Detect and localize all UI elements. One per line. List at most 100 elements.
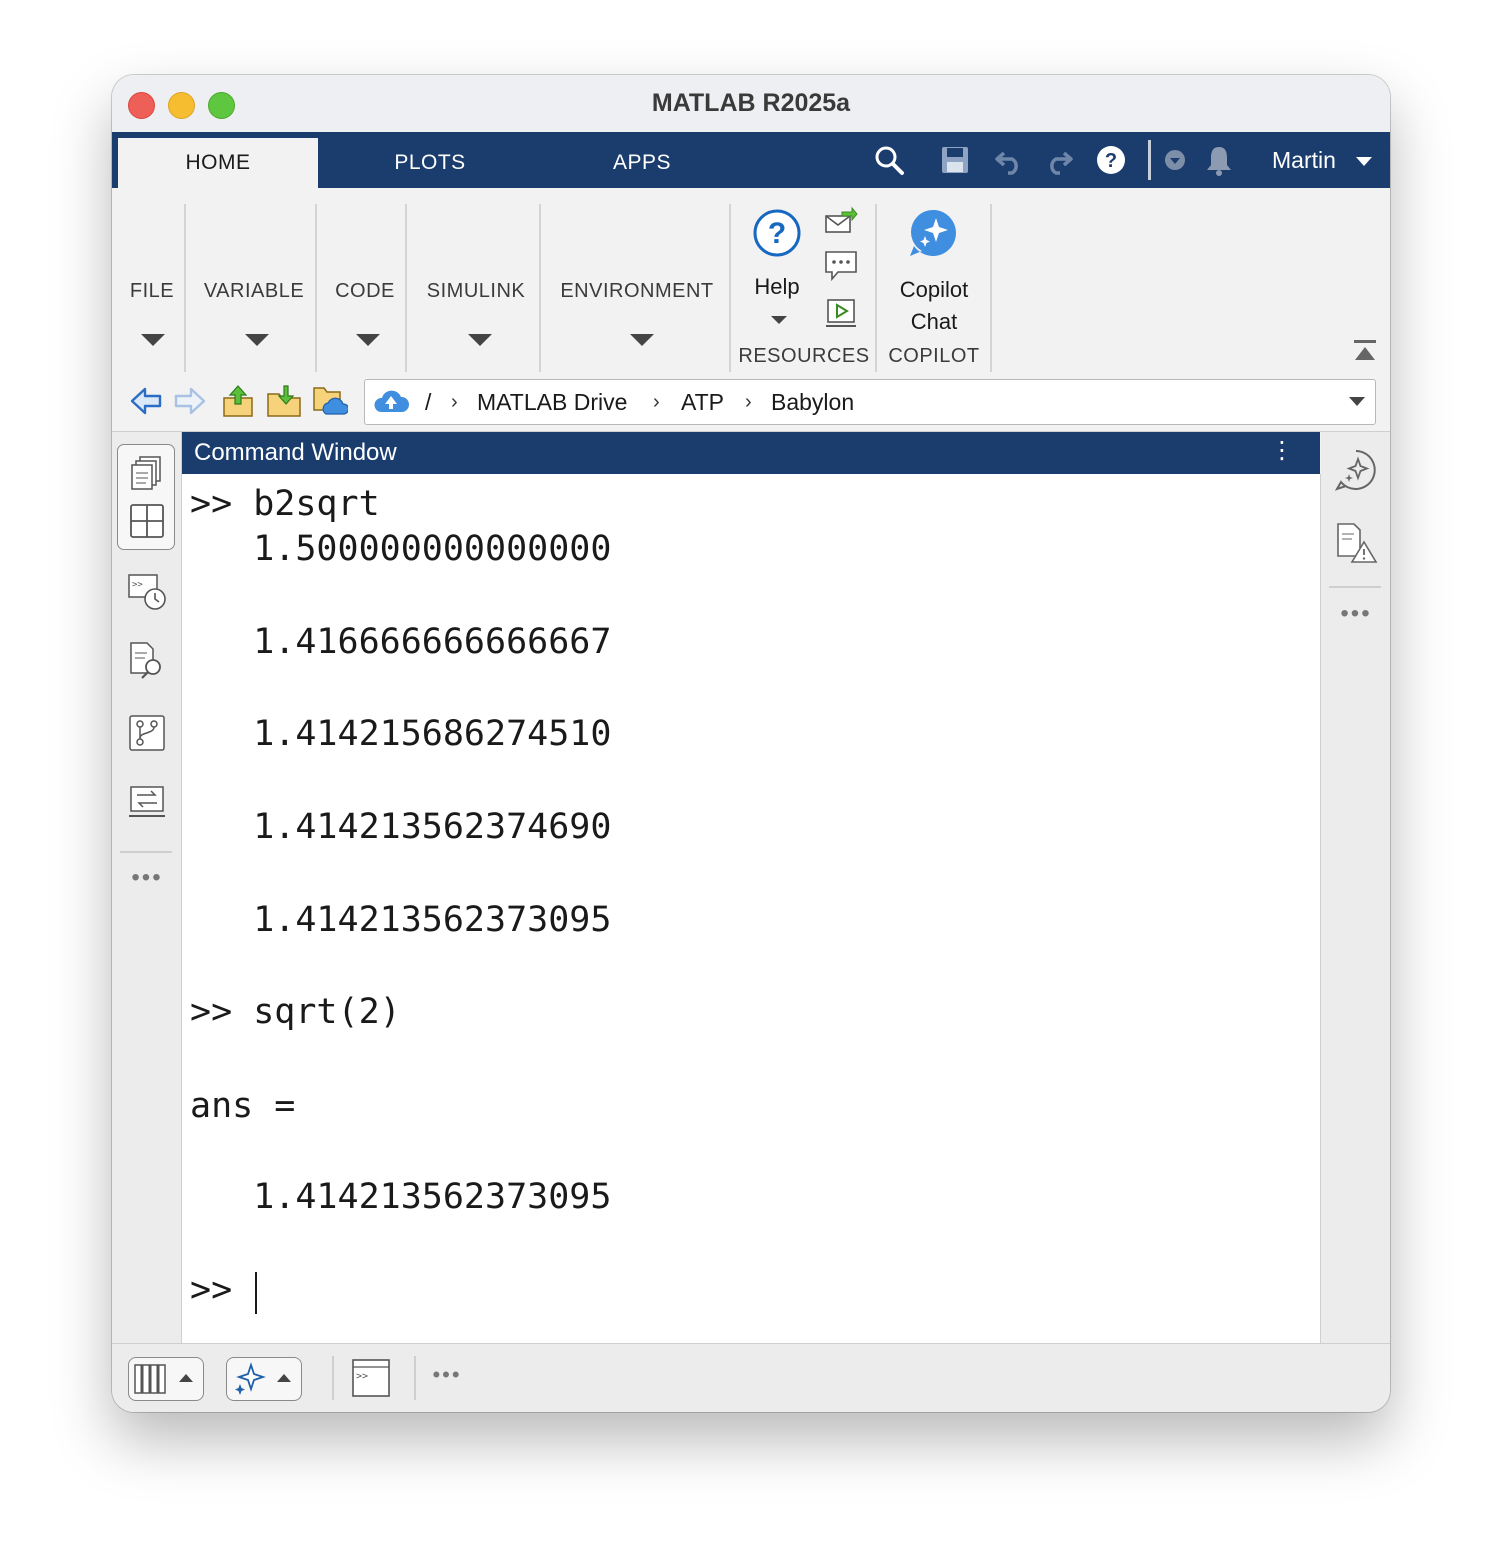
bell-icon <box>1207 147 1231 176</box>
output-line: 1.414213562373095 <box>190 1177 612 1217</box>
up-folder-button[interactable] <box>218 381 258 421</box>
copilot-chat-label[interactable]: Copilot Chat <box>884 274 984 338</box>
ribbon-divider <box>875 204 877 372</box>
files-icon <box>131 456 161 490</box>
matlab-drive-folder-button[interactable] <box>310 381 350 421</box>
find-files-button[interactable] <box>126 640 168 682</box>
command-window-toggle-button[interactable]: >> <box>352 1358 390 1398</box>
user-name: Martin <box>1272 147 1336 173</box>
copilot-panel-button[interactable] <box>1334 448 1378 492</box>
ribbon-divider <box>729 204 731 372</box>
undo-button[interactable] <box>988 132 1030 188</box>
copilot-group-label: COPILOT <box>888 345 980 367</box>
back-button[interactable] <box>126 381 166 421</box>
command-history-icon: >> <box>128 574 166 610</box>
source-control-button[interactable] <box>126 712 168 754</box>
ribbon-divider <box>315 204 317 372</box>
help-label[interactable]: Help <box>742 274 812 300</box>
breadcrumb-matlab-drive[interactable]: MATLAB Drive <box>477 380 627 424</box>
file-search-icon <box>130 642 161 679</box>
notifications-button[interactable] <box>1198 132 1240 188</box>
help-quick-button[interactable]: ? <box>1090 132 1132 188</box>
undo-icon <box>995 151 1018 175</box>
caret-up-icon <box>179 1374 193 1382</box>
ribbon-environment[interactable]: ENVIRONMENT <box>544 280 730 303</box>
matlab-window: MATLAB R2025a HOME PLOTS APPS ? Martin F… <box>112 75 1390 1412</box>
copilot-chat-button[interactable] <box>908 208 958 258</box>
strip-divider <box>120 851 172 853</box>
breadcrumb-separator-icon: › <box>653 391 660 413</box>
tab-plots[interactable]: PLOTS <box>330 138 530 188</box>
variable-caret-icon[interactable] <box>245 334 269 346</box>
address-toolbar: / › MATLAB Drive › ATP › Babylon <box>112 373 1390 432</box>
command-window[interactable]: >> b2sqrt 1.500000000000000 1.4166666666… <box>182 474 1321 1343</box>
files-panel-button[interactable] <box>126 452 168 494</box>
current-folder-address[interactable]: / › MATLAB Drive › ATP › Babylon <box>364 379 1376 425</box>
request-support-button[interactable] <box>824 206 858 236</box>
address-dropdown-icon[interactable] <box>1349 397 1365 406</box>
resources-group-label: RESOURCES <box>738 345 870 367</box>
svg-text:>>: >> <box>356 1371 368 1382</box>
command-window-menu-icon[interactable]: ⋮ <box>1270 432 1294 470</box>
ribbon-divider <box>990 204 992 372</box>
output-line: 1.414213562374690 <box>190 807 612 847</box>
chevron-down-icon <box>1165 150 1185 170</box>
breadcrumb-root[interactable]: / <box>425 380 431 424</box>
ribbon-variable[interactable]: VARIABLE <box>190 280 318 303</box>
prompt-line[interactable]: >> <box>190 1270 253 1310</box>
copilot-status-button[interactable] <box>226 1357 302 1401</box>
caret-up-icon <box>277 1374 291 1382</box>
redo-icon <box>1050 151 1073 175</box>
simulink-caret-icon[interactable] <box>468 334 492 346</box>
workspace-panel-button[interactable] <box>126 500 168 542</box>
window-title: MATLAB R2025a <box>651 89 851 117</box>
command-history-button[interactable]: >> <box>126 570 168 612</box>
help-caret-icon[interactable] <box>771 316 787 324</box>
ribbon-code[interactable]: CODE <box>320 280 410 303</box>
collapse-ribbon-button[interactable] <box>1352 338 1378 362</box>
file-caret-icon[interactable] <box>141 334 165 346</box>
community-button[interactable] <box>824 250 858 282</box>
ribbon: FILE VARIABLE CODE SIMULINK ENVIRONMENT … <box>112 188 1390 373</box>
command-line: >> b2sqrt <box>190 484 380 524</box>
right-tool-strip: ••• <box>1321 432 1390 1343</box>
more-tools-icon[interactable]: ••• <box>126 864 168 894</box>
compare-button[interactable] <box>126 782 168 824</box>
search-button[interactable] <box>868 132 910 188</box>
ribbon-file[interactable]: FILE <box>122 280 182 303</box>
ribbon-simulink[interactable]: SIMULINK <box>410 280 542 303</box>
matlab-drive-cloud-icon <box>373 386 410 422</box>
title-bar: MATLAB R2025a <box>112 75 1390 132</box>
code-analyzer-icon <box>1337 523 1378 563</box>
source-control-icon <box>129 715 165 751</box>
tab-apps[interactable]: APPS <box>542 138 742 188</box>
save-button[interactable] <box>934 132 976 188</box>
toolbar-divider <box>1148 140 1151 180</box>
help-button[interactable]: ? <box>752 208 802 258</box>
quick-access-dropdown[interactable] <box>1158 132 1192 188</box>
save-icon <box>942 147 968 173</box>
breadcrumb-babylon[interactable]: Babylon <box>771 380 854 424</box>
environment-caret-icon[interactable] <box>630 334 654 346</box>
layout-button[interactable] <box>128 1357 204 1401</box>
forward-button[interactable] <box>170 381 210 421</box>
more-tools-icon[interactable]: ••• <box>1335 600 1377 630</box>
code-analyzer-button[interactable] <box>1334 522 1378 566</box>
tab-home[interactable]: HOME <box>118 138 318 188</box>
output-line: ans = <box>190 1086 296 1126</box>
more-status-icon[interactable]: ••• <box>426 1362 468 1392</box>
copilot-outline-icon <box>1334 450 1376 491</box>
columns-icon <box>134 1364 166 1394</box>
svg-text:?: ? <box>768 217 786 250</box>
browse-folder-button[interactable] <box>264 381 304 421</box>
breadcrumb-atp[interactable]: ATP <box>681 380 724 424</box>
play-screen-icon <box>826 299 856 327</box>
breadcrumb-separator-icon: › <box>745 391 752 413</box>
user-menu[interactable]: Martin <box>1272 132 1373 188</box>
learn-matlab-button[interactable] <box>824 298 858 330</box>
status-divider <box>332 1356 334 1400</box>
left-tool-strip: >> ••• <box>112 432 182 1343</box>
redo-button[interactable] <box>1038 132 1080 188</box>
code-caret-icon[interactable] <box>356 334 380 346</box>
ribbon-tab-bar: HOME PLOTS APPS ? Martin <box>112 132 1390 188</box>
